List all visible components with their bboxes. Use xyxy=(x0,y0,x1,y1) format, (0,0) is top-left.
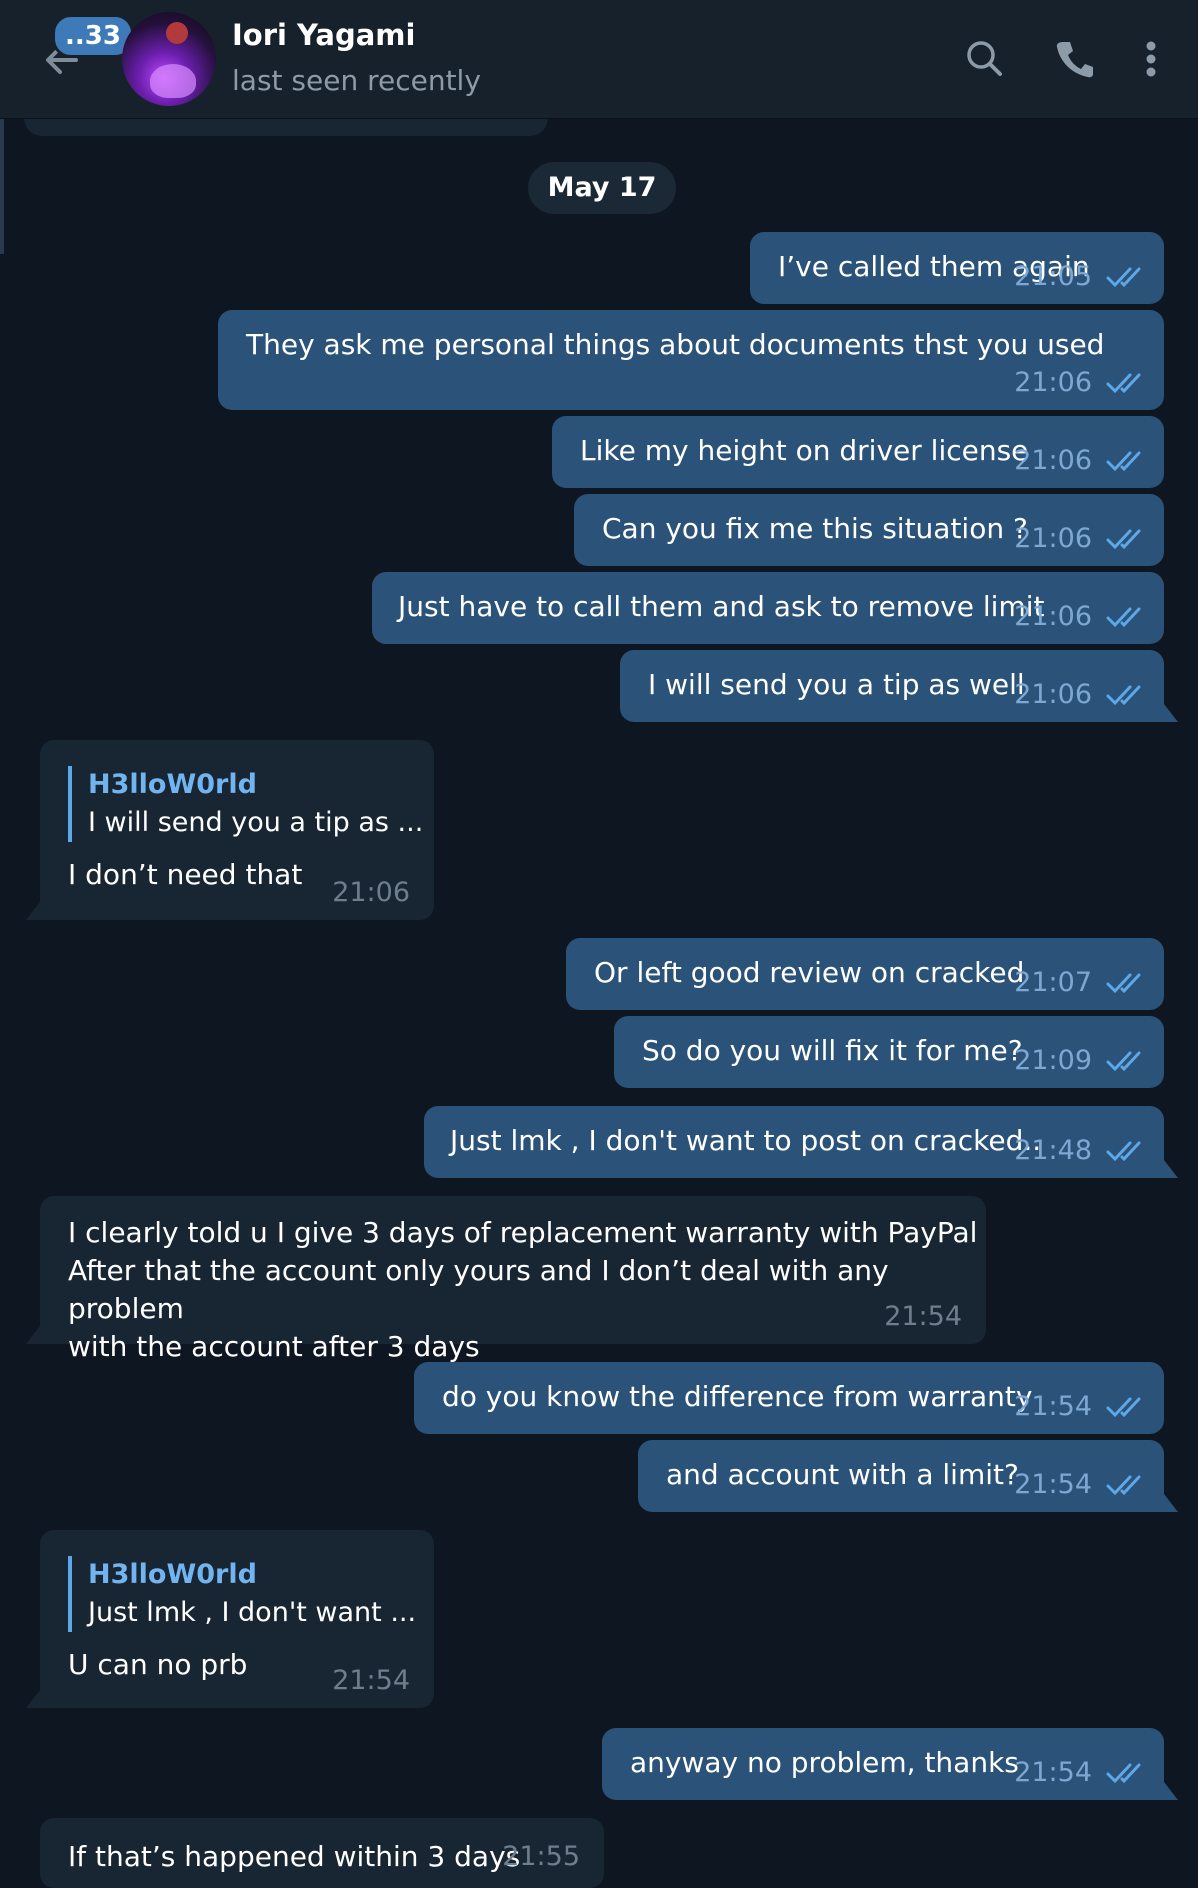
message-time: 21:54 xyxy=(884,1301,962,1332)
reply-author: H3lloW0rld xyxy=(88,1559,257,1590)
message-outgoing[interactable]: anyway no problem, thanks 21:54 xyxy=(602,1728,1178,1800)
message-text: Can you fix me this situation ? xyxy=(602,512,1028,545)
reply-quote[interactable]: H3lloW0rld I will send you a tip as ... xyxy=(68,766,434,842)
reply-quote[interactable]: H3lloW0rld Just lmk , I don't want ... xyxy=(68,1556,434,1632)
read-checkmarks-icon xyxy=(1106,451,1141,472)
message-time: 21:09 xyxy=(1014,1045,1092,1076)
contact-avatar[interactable] xyxy=(122,12,216,106)
message-time: 21:06 xyxy=(1014,523,1092,554)
message-time: 21:54 xyxy=(1014,1469,1092,1500)
contact-name[interactable]: Iori Yagami xyxy=(232,18,415,52)
message-time: 21:05 xyxy=(1014,261,1092,292)
message-outgoing[interactable]: I will send you a tip as well 21:06 xyxy=(620,650,1178,722)
message-time: 21:06 xyxy=(1014,445,1092,476)
message-text: Just have to call them and ask to remove… xyxy=(398,590,1045,623)
message-incoming[interactable]: I clearly told u I give 3 days of replac… xyxy=(26,1196,986,1363)
message-time: 21:54 xyxy=(332,1665,410,1696)
message-text: I don’t need that xyxy=(68,858,303,891)
chat-header: ..33 Iori Yagami last seen recently xyxy=(0,0,1198,119)
message-text: U can no prb xyxy=(68,1648,248,1681)
message-outgoing[interactable]: Or left good review on cracked 21:07 xyxy=(566,938,1164,1010)
message-time: 21:06 xyxy=(332,877,410,908)
message-text: Just lmk , I don't want to post on crack… xyxy=(450,1124,1042,1157)
phone-icon[interactable] xyxy=(1050,34,1100,84)
message-time: 21:06 xyxy=(1014,679,1092,710)
message-text: Like my height on driver license xyxy=(580,434,1029,467)
message-time: 21:54 xyxy=(1014,1757,1092,1788)
message-text: So do you will fix it for me? xyxy=(642,1034,1023,1067)
message-outgoing[interactable]: and account with a limit? 21:54 xyxy=(638,1440,1178,1512)
message-outgoing[interactable]: They ask me personal things about docume… xyxy=(218,310,1164,410)
message-text: do you know the difference from warranty xyxy=(442,1380,1033,1413)
reply-author: H3lloW0rld xyxy=(88,769,257,800)
message-outgoing[interactable]: Can you fix me this situation ? 21:06 xyxy=(574,494,1164,566)
contact-status: last seen recently xyxy=(232,64,481,97)
message-text: I clearly told u I give 3 days of replac… xyxy=(68,1216,978,1363)
read-checkmarks-icon xyxy=(1106,1763,1141,1784)
message-incoming-reply[interactable]: H3lloW0rld Just lmk , I don't want ... U… xyxy=(26,1530,434,1708)
message-outgoing[interactable]: So do you will fix it for me? 21:09 xyxy=(614,1016,1164,1088)
message-text: They ask me personal things about docume… xyxy=(246,328,1105,361)
message-outgoing[interactable]: Just lmk , I don't want to post on crack… xyxy=(424,1106,1178,1178)
message-time: 21:55 xyxy=(502,1841,580,1872)
message-incoming[interactable]: If that’s happened within 3 days 21:55 xyxy=(40,1818,604,1888)
read-checkmarks-icon xyxy=(1106,685,1141,706)
message-outgoing[interactable]: Like my height on driver license 21:06 xyxy=(552,416,1164,488)
read-checkmarks-icon xyxy=(1106,1475,1141,1496)
message-time: 21:54 xyxy=(1014,1391,1092,1422)
reply-snippet: I will send you a tip as ... xyxy=(88,807,424,838)
more-options-icon[interactable] xyxy=(1126,34,1176,84)
message-time: 21:48 xyxy=(1014,1135,1092,1166)
read-checkmarks-icon xyxy=(1106,1141,1141,1162)
message-text: and account with a limit? xyxy=(666,1458,1019,1491)
message-text: anyway no problem, thanks xyxy=(630,1746,1019,1779)
message-time: 21:07 xyxy=(1014,967,1092,998)
message-text: Or left good review on cracked xyxy=(594,956,1025,989)
scroll-indicator[interactable] xyxy=(0,118,4,254)
message-text: If that’s happened within 3 days xyxy=(68,1840,521,1873)
message-outgoing[interactable]: do you know the difference from warranty… xyxy=(414,1362,1164,1434)
read-checkmarks-icon xyxy=(1106,1397,1141,1418)
date-separator: May 17 xyxy=(528,162,676,214)
reply-snippet: Just lmk , I don't want ... xyxy=(88,1597,417,1628)
read-checkmarks-icon xyxy=(1106,373,1141,394)
message-time: 21:06 xyxy=(1014,367,1092,398)
read-checkmarks-icon xyxy=(1106,1051,1141,1072)
message-incoming-reply[interactable]: H3lloW0rld I will send you a tip as ... … xyxy=(26,740,434,920)
message-text: I will send you a tip as well xyxy=(648,668,1025,701)
read-checkmarks-icon xyxy=(1106,529,1141,550)
message-outgoing[interactable]: I’ve called them again 21:05 xyxy=(750,232,1164,304)
message-time: 21:06 xyxy=(1014,601,1092,632)
message-outgoing[interactable]: Just have to call them and ask to remove… xyxy=(372,572,1164,644)
read-checkmarks-icon xyxy=(1106,607,1141,628)
read-checkmarks-icon xyxy=(1106,973,1141,994)
read-checkmarks-icon xyxy=(1106,267,1141,288)
search-icon[interactable] xyxy=(960,34,1010,84)
